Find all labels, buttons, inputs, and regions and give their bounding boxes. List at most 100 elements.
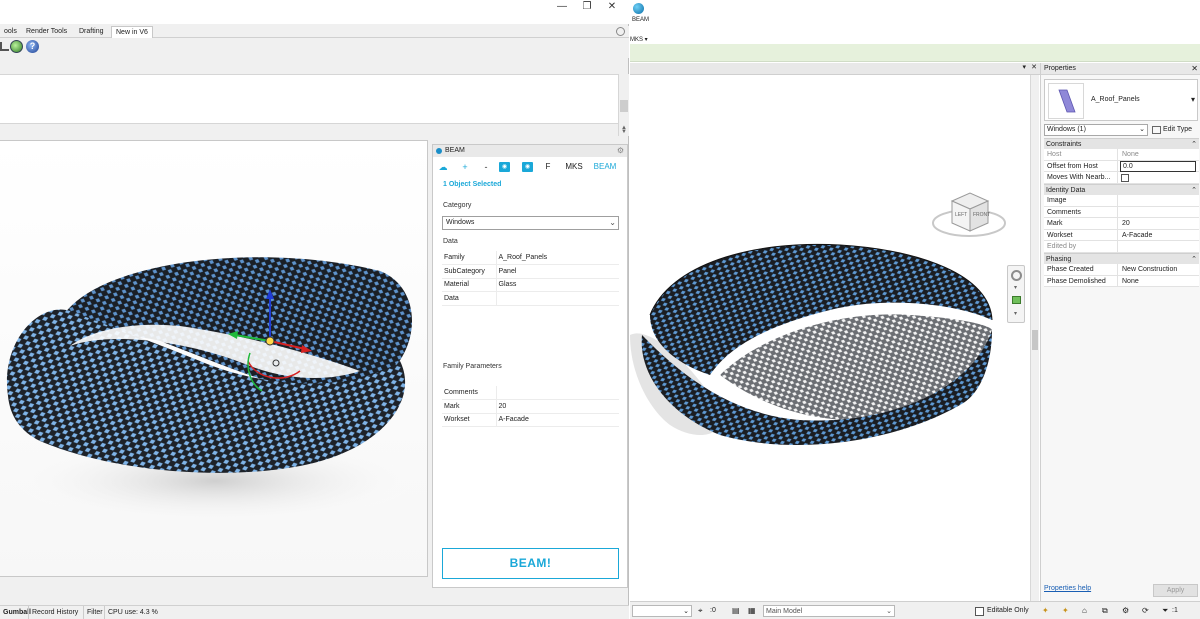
prop-row-offset[interactable]: Offset from Host 0.0: [1044, 160, 1199, 172]
table-row[interactable]: Data: [442, 291, 619, 306]
beam-ribbon-label[interactable]: BEAM: [632, 17, 649, 23]
mks-button[interactable]: MKS: [564, 160, 584, 174]
prop-value[interactable]: A-Facade: [1120, 230, 1198, 241]
beam-action-button[interactable]: BEAM!: [442, 548, 619, 579]
underlay-selection-icon[interactable]: ✦: [1062, 605, 1072, 617]
prop-row-mark[interactable]: Mark 20: [1044, 218, 1199, 230]
scroll-down-icon[interactable]: ▼: [619, 128, 629, 136]
remove-button[interactable]: -: [481, 160, 491, 174]
properties-help-link[interactable]: Properties help: [1044, 585, 1091, 592]
prop-row-host[interactable]: Host None: [1044, 149, 1199, 161]
select-by-face-icon[interactable]: ⧉: [1102, 605, 1112, 617]
prop-row-phase-demolished[interactable]: Phase Demolished None: [1044, 275, 1199, 287]
active-workset-select[interactable]: Main Model ⌄: [763, 605, 895, 617]
prop-value[interactable]: None: [1120, 276, 1198, 287]
param-value[interactable]: 20: [496, 399, 619, 414]
tab-tools[interactable]: ools: [0, 26, 21, 38]
prop-value[interactable]: New Construction: [1120, 264, 1198, 275]
rhino-viewport[interactable]: [0, 140, 430, 578]
help-icon[interactable]: ?: [26, 40, 39, 53]
offset-input[interactable]: 0.0: [1120, 160, 1196, 172]
render-globe-icon[interactable]: [10, 40, 23, 53]
beam-ribbon-icon[interactable]: [633, 3, 644, 14]
table-row[interactable]: Family A_Roof_Panels: [442, 251, 619, 265]
table-row[interactable]: SubCategory Panel: [442, 264, 619, 279]
table-row[interactable]: Comments: [442, 386, 619, 400]
camera-alt-icon[interactable]: ◉: [522, 162, 533, 172]
prop-value[interactable]: 20: [1120, 218, 1198, 229]
apply-button[interactable]: Apply: [1153, 584, 1198, 597]
background-processes-icon[interactable]: ⟳: [1142, 605, 1152, 617]
workset-icon[interactable]: ▤: [732, 605, 742, 617]
record-history-toggle[interactable]: Record History: [28, 606, 81, 619]
camera-icon[interactable]: ◉: [499, 162, 510, 172]
table-row[interactable]: Workset A-Facade: [442, 413, 619, 427]
group-phasing[interactable]: Phasing ⌃: [1044, 253, 1199, 264]
tab-new-in-v6[interactable]: New in V6: [111, 26, 153, 38]
beam-tab-button[interactable]: BEAM: [591, 160, 619, 174]
chevron-down-icon[interactable]: ▾: [1191, 95, 1195, 104]
restore-button[interactable]: ❐: [573, 0, 601, 14]
param-value[interactable]: A-Facade: [496, 413, 619, 427]
data-value[interactable]: Panel: [496, 264, 619, 279]
type-selector[interactable]: A_Roof_Panels ▾: [1044, 79, 1198, 121]
gear-icon[interactable]: ⚙: [617, 145, 624, 157]
f-button[interactable]: F: [543, 160, 553, 174]
command-history[interactable]: [0, 74, 618, 124]
data-value[interactable]: Glass: [496, 278, 619, 292]
group-identity-data[interactable]: Identity Data ⌃: [1044, 184, 1199, 195]
steering-wheel-icon[interactable]: [1011, 270, 1022, 281]
revit-mobius-model[interactable]: [630, 75, 1030, 601]
selection-icon[interactable]: ⌖: [698, 605, 708, 617]
prop-row-image[interactable]: Image: [1044, 195, 1199, 207]
instance-filter-select[interactable]: Windows (1) ⌄: [1044, 124, 1148, 136]
group-label: Identity Data: [1046, 187, 1086, 194]
view-scrollbar[interactable]: [1030, 75, 1039, 601]
prop-row-edited-by[interactable]: Edited by: [1044, 241, 1199, 253]
edit-type-button[interactable]: Edit Type: [1151, 124, 1199, 136]
table-row[interactable]: Mark 20: [442, 399, 619, 414]
prop-row-moves-with-nearby[interactable]: Moves With Nearb...: [1044, 172, 1199, 184]
tab-settings-icon[interactable]: [616, 27, 625, 36]
view-close-icon[interactable]: ✕: [1031, 63, 1037, 71]
param-value[interactable]: [496, 386, 619, 400]
prop-row-workset[interactable]: Workset A-Facade: [1044, 229, 1199, 241]
scroll-thumb[interactable]: [1032, 330, 1038, 350]
group-constraints[interactable]: Constraints ⌃: [1044, 138, 1199, 149]
prop-value[interactable]: [1120, 207, 1198, 218]
link-selection-icon[interactable]: ✦: [1042, 605, 1052, 617]
filter-toggle[interactable]: Filter: [83, 606, 106, 619]
prop-value[interactable]: [1120, 195, 1198, 206]
scroll-thumb[interactable]: [620, 100, 628, 112]
close-icon[interactable]: ✕: [1191, 63, 1198, 75]
chevron-down-icon[interactable]: ▾: [1014, 284, 1017, 291]
command-scrollbar[interactable]: ▲ ▼: [618, 74, 629, 136]
table-row[interactable]: Material Glass: [442, 278, 619, 292]
chevron-down-icon[interactable]: ▾: [1014, 310, 1017, 317]
prop-row-comments[interactable]: Comments: [1044, 206, 1199, 218]
moves-with-nearby-checkbox[interactable]: [1121, 174, 1129, 182]
minimize-button[interactable]: —: [548, 0, 576, 14]
drag-selection-icon[interactable]: ⚙: [1122, 605, 1132, 617]
prop-row-phase-created[interactable]: Phase Created New Construction: [1044, 264, 1199, 276]
pinned-selection-icon[interactable]: ⌂: [1082, 605, 1092, 617]
data-value[interactable]: [496, 291, 619, 306]
zoom-icon[interactable]: [1012, 296, 1021, 304]
close-button[interactable]: ✕: [598, 0, 626, 14]
mks-ribbon-dropdown[interactable]: MKS ▾: [630, 36, 648, 43]
editable-only-checkbox[interactable]: [975, 607, 984, 616]
view-menu-icon[interactable]: ▾: [1022, 63, 1026, 71]
data-value[interactable]: A_Roof_Panels: [496, 251, 619, 265]
mobius-model-render[interactable]: [0, 141, 430, 578]
beam-cloud-icon[interactable]: ☁: [438, 160, 448, 174]
revit-3d-view[interactable]: LEFT FRONT ▾ ▾: [630, 75, 1030, 601]
filter-icon[interactable]: ⏷: [1162, 605, 1172, 617]
status-dropdown[interactable]: ⌄: [632, 605, 692, 617]
category-select[interactable]: Windows ⌄: [442, 216, 619, 230]
tab-drafting[interactable]: Drafting: [75, 26, 108, 38]
snap-tool-icon[interactable]: [0, 42, 9, 51]
tab-render-tools[interactable]: Render Tools: [22, 26, 71, 38]
view-cube[interactable]: LEFT FRONT: [930, 183, 1008, 243]
design-options-icon[interactable]: ▦: [748, 605, 758, 617]
add-button[interactable]: +: [460, 160, 470, 174]
